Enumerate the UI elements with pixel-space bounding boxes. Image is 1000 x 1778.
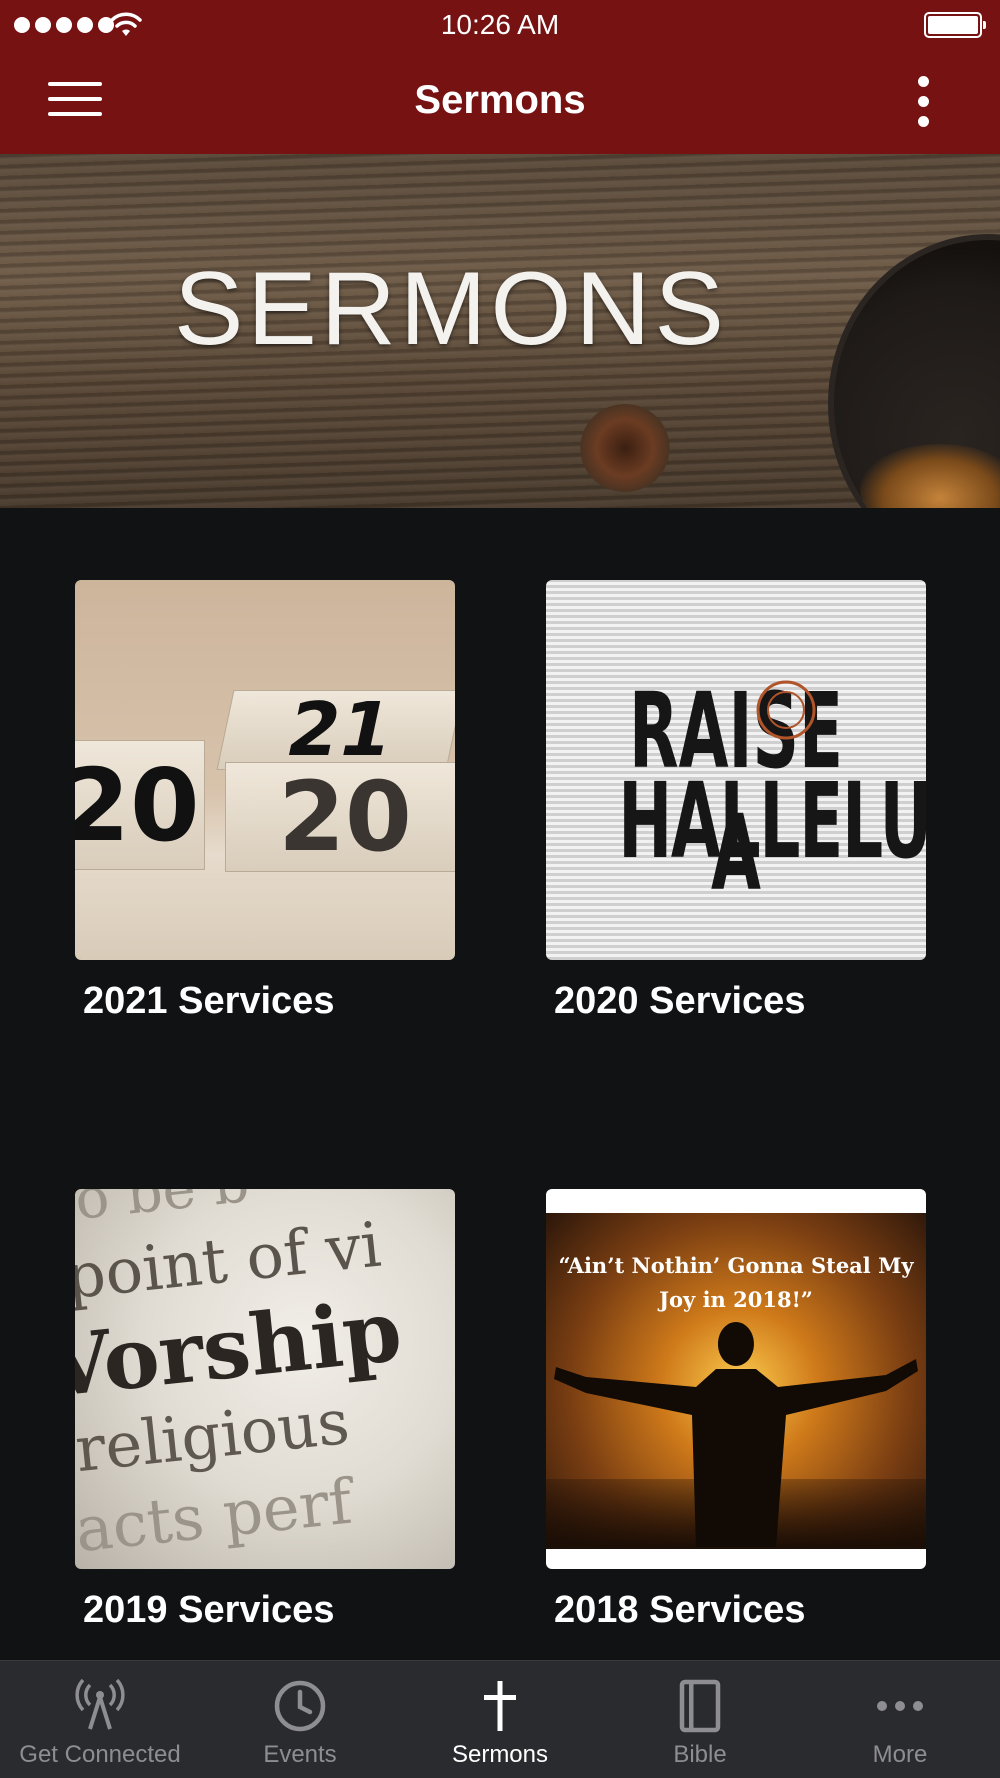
tab-label: Events: [263, 1741, 337, 1768]
status-bar: 10:26 AM: [0, 0, 1000, 50]
thumb-quote-line: “Ain’t Nothin’ Gonna Steal My: [558, 1253, 914, 1278]
more-dots-icon: [877, 1701, 923, 1711]
tab-bar: Get Connected Events Sermons Bible More: [0, 1660, 1000, 1778]
series-card-2018[interactable]: “Ain’t Nothin’ Gonna Steal My Joy in 201…: [546, 1189, 926, 1631]
series-title: 2018 Services: [554, 1589, 806, 1631]
thumb-quote-line: Joy in 2018!”: [659, 1287, 813, 1312]
series-card-2020[interactable]: RAISE A HALLELUJAH 2020 Services: [546, 580, 926, 1022]
series-card-2021[interactable]: 20 21 20 2021 Services: [75, 580, 455, 1022]
person-silhouette-icon: [554, 1322, 918, 1547]
wood-knot-decoration: [580, 404, 670, 492]
top-bar: 10:26 AM Sermons: [0, 0, 1000, 154]
sermons-banner-image: SERMONS: [0, 154, 1000, 508]
tab-more[interactable]: More: [800, 1661, 1000, 1778]
tab-bible[interactable]: Bible: [600, 1661, 800, 1778]
thumb-block: 21: [216, 687, 455, 773]
thumb-quote: “Ain’t Nothin’ Gonna Steal My Joy in 201…: [556, 1249, 916, 1317]
navigation-bar: Sermons: [0, 50, 1000, 154]
series-thumbnail: o be b point of vi Vorship religious act…: [75, 1189, 455, 1569]
battery-icon: [924, 12, 986, 38]
clock-icon: [274, 1680, 326, 1732]
banner-title: SERMONS: [174, 251, 728, 367]
thumb-block: 20: [225, 761, 455, 873]
book-icon: [679, 1679, 721, 1733]
tab-sermons[interactable]: Sermons: [400, 1661, 600, 1778]
thumb-block: 20: [75, 740, 205, 870]
page-title: Sermons: [414, 78, 586, 122]
status-time: 10:26 AM: [440, 9, 560, 40]
tab-get-connected[interactable]: Get Connected: [0, 1661, 200, 1778]
thumb-headline: HALLELUJAH: [618, 760, 926, 882]
sermon-series-grid: 20 21 20 2021 Services RAISE A HALLELUJA…: [0, 508, 1000, 1660]
tab-label: Get Connected: [19, 1741, 181, 1768]
series-title: 2020 Services: [554, 980, 806, 1022]
tab-label: Sermons: [451, 1741, 549, 1768]
tab-label: More: [872, 1741, 928, 1768]
more-options-button[interactable]: [914, 76, 934, 128]
tab-events[interactable]: Events: [200, 1661, 400, 1778]
cross-icon: [484, 1681, 516, 1731]
broadcast-tower-icon: [75, 1679, 125, 1730]
series-title: 2019 Services: [83, 1589, 335, 1631]
series-title: 2021 Services: [83, 980, 335, 1022]
series-thumbnail: 20 21 20: [75, 580, 455, 960]
series-card-2019[interactable]: o be b point of vi Vorship religious act…: [75, 1189, 455, 1631]
tab-label: Bible: [673, 1741, 727, 1768]
stamp-icon: [756, 680, 816, 740]
series-thumbnail: RAISE A HALLELUJAH: [546, 580, 926, 960]
series-thumbnail: “Ain’t Nothin’ Gonna Steal My Joy in 201…: [546, 1189, 926, 1569]
